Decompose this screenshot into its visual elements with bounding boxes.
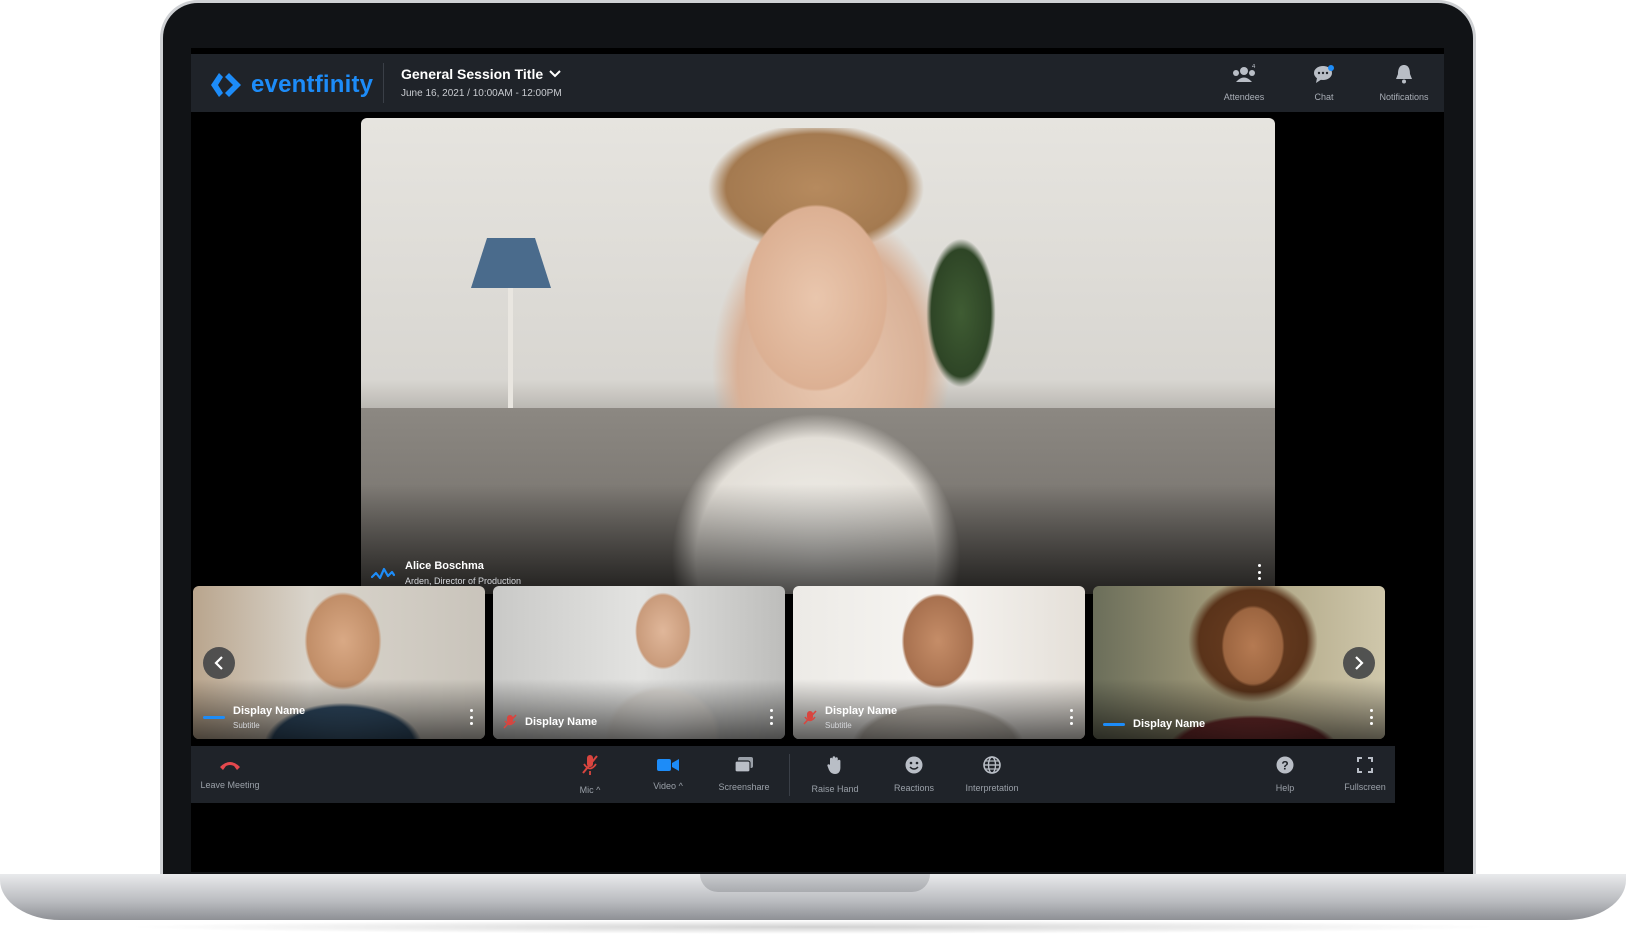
- toolbar-divider: [789, 754, 790, 796]
- mic-muted-icon: [503, 714, 517, 729]
- fullscreen-button[interactable]: Fullscreen: [1335, 746, 1395, 803]
- hand-icon: [827, 756, 841, 774]
- attendees-icon: 4: [1233, 64, 1256, 82]
- brand-logo[interactable]: eventfinity: [209, 68, 373, 102]
- mic-button[interactable]: Mic ^: [570, 746, 610, 803]
- chevron-left-icon: [214, 656, 223, 670]
- carousel-next-button[interactable]: [1343, 647, 1375, 679]
- chat-button[interactable]: Chat: [1284, 54, 1364, 112]
- mic-label: Mic ^: [579, 785, 601, 795]
- interpretation-button[interactable]: Interpretation: [955, 746, 1029, 803]
- speaking-indicator-icon: [1103, 722, 1125, 726]
- participant-name: Display Name: [525, 716, 598, 728]
- video-label-text: Video: [653, 781, 677, 791]
- svg-text:?: ?: [1281, 759, 1288, 773]
- participant-label: Display Name: [1103, 718, 1205, 730]
- lamp-pole-image: [508, 288, 513, 418]
- speaker-subtitle: Arden, Director of Production: [405, 576, 522, 586]
- speaking-indicator-icon: [203, 716, 225, 719]
- top-actions: 4 Attendees Chat Notifications: [1204, 54, 1444, 112]
- main-speaker-video[interactable]: Alice Boschma Arden, Director of Product…: [361, 118, 1275, 594]
- help-button[interactable]: ? Help: [1265, 746, 1305, 803]
- brand-name: eventfinity: [251, 71, 374, 98]
- laptop-shadow: [120, 920, 1506, 934]
- participant-name: Display Name: [825, 705, 898, 717]
- screen: eventfinity General Session Title June 1…: [191, 48, 1444, 872]
- top-bar: eventfinity General Session Title June 1…: [191, 54, 1444, 112]
- interpretation-label: Interpretation: [965, 783, 1019, 793]
- participant-more-icon[interactable]: [1369, 709, 1373, 725]
- participant-tile[interactable]: Display Name: [1093, 586, 1385, 739]
- meeting-toolbar: Leave Meeting Mic ^ Video ^ Screenshare …: [191, 746, 1395, 803]
- chevron-down-icon: [549, 70, 561, 78]
- chat-label: Chat: [1314, 92, 1334, 102]
- participant-tile[interactable]: Display Name Subtitle: [193, 586, 485, 739]
- attendees-label: Attendees: [1223, 92, 1265, 102]
- session-title[interactable]: General Session Title: [401, 66, 562, 82]
- eventfinity-logo-icon: [211, 73, 241, 97]
- mic-muted-icon: [582, 755, 598, 775]
- mic-label-text: Mic: [579, 785, 594, 795]
- session-title-text: General Session Title: [401, 66, 544, 82]
- session-info[interactable]: General Session Title June 16, 2021 / 10…: [401, 66, 562, 99]
- raise-hand-button[interactable]: Raise Hand: [807, 746, 863, 803]
- bell-icon: [1396, 65, 1412, 84]
- participant-tile[interactable]: Display Name Subtitle: [793, 586, 1085, 739]
- mic-muted-icon: [803, 709, 817, 725]
- participant-name: Display Name: [233, 705, 306, 717]
- participant-more-icon[interactable]: [769, 709, 773, 725]
- laptop-notch: [700, 874, 930, 892]
- audio-wave-icon: [371, 567, 395, 580]
- participant-subtitle: Subtitle: [233, 721, 260, 730]
- speaker-more-icon[interactable]: [1257, 564, 1261, 580]
- svg-text:4: 4: [1252, 64, 1256, 70]
- header-divider: [383, 63, 384, 103]
- speaker-name: Alice Boschma: [405, 560, 484, 572]
- video-label: Video ^: [653, 781, 683, 791]
- reactions-label: Reactions: [893, 783, 935, 793]
- participant-tile[interactable]: Display Name: [493, 586, 785, 739]
- speaker-label: Alice Boschma Arden, Director of Product…: [371, 560, 521, 586]
- notifications-button[interactable]: Notifications: [1364, 54, 1444, 112]
- tile-gradient: [493, 679, 785, 739]
- participant-name: Display Name: [1133, 718, 1206, 730]
- participant-label: Display Name: [503, 714, 597, 730]
- raise-hand-label: Raise Hand: [811, 784, 859, 794]
- screenshare-button[interactable]: Screenshare: [712, 746, 776, 803]
- participant-more-icon[interactable]: [469, 709, 473, 725]
- fullscreen-icon: [1357, 757, 1373, 773]
- notifications-label: Notifications: [1379, 92, 1429, 102]
- participant-subtitle: Subtitle: [825, 721, 852, 730]
- hang-up-icon: [220, 762, 240, 770]
- video-camera-icon: [657, 759, 679, 771]
- participant-label: Display Name Subtitle: [803, 705, 897, 730]
- leave-meeting-button[interactable]: Leave Meeting: [195, 746, 265, 803]
- chat-icon: [1314, 65, 1334, 83]
- chevron-right-icon: [1355, 656, 1364, 670]
- globe-icon: [983, 756, 1001, 774]
- lamp-image: [471, 238, 551, 288]
- screenshare-label: Screenshare: [718, 782, 770, 792]
- leave-meeting-label: Leave Meeting: [200, 780, 260, 790]
- smiley-icon: [905, 756, 923, 774]
- reactions-button[interactable]: Reactions: [886, 746, 942, 803]
- session-date: June 16, 2021 / 10:00AM - 12:00PM: [401, 88, 562, 99]
- participant-more-icon[interactable]: [1069, 709, 1073, 725]
- tile-gradient: [1093, 679, 1385, 739]
- participant-label: Display Name Subtitle: [203, 705, 305, 730]
- attendees-button[interactable]: 4 Attendees: [1204, 54, 1284, 112]
- participant-strip: Display Name Subtitle Display Name Displ…: [193, 586, 1442, 739]
- screenshare-icon: [734, 757, 753, 773]
- help-icon: ?: [1276, 756, 1294, 774]
- carousel-prev-button[interactable]: [203, 647, 235, 679]
- video-button[interactable]: Video ^: [643, 746, 693, 803]
- fullscreen-label: Fullscreen: [1344, 782, 1386, 792]
- help-label: Help: [1275, 783, 1295, 793]
